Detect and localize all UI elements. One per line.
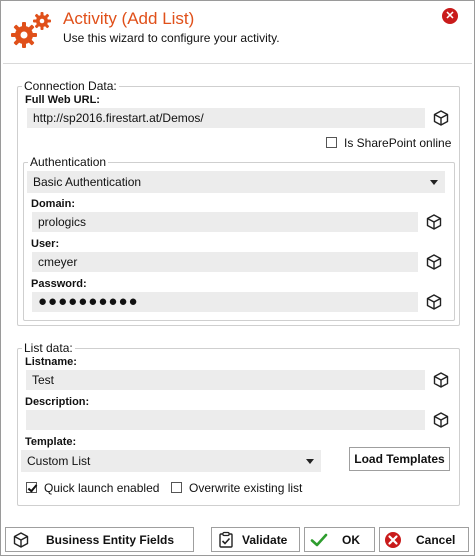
business-entity-fields-label: Business Entity Fields — [46, 533, 175, 547]
chevron-down-icon — [430, 180, 438, 185]
password-label: Password: — [31, 278, 87, 290]
ok-label: OK — [342, 533, 360, 547]
template-value: Custom List — [27, 454, 91, 468]
description-label: Description: — [25, 396, 90, 408]
overwrite-list-checkbox[interactable] — [171, 482, 182, 493]
full-web-url-input[interactable]: http://sp2016.firestart.at/Demos/ — [27, 108, 425, 128]
gears-icon — [11, 12, 51, 48]
description-cube-icon[interactable] — [432, 411, 450, 429]
description-input[interactable] — [26, 410, 425, 430]
load-templates-button[interactable]: Load Templates — [349, 447, 450, 471]
activity-dialog: Activity (Add List) Use this wizard to c… — [0, 0, 475, 556]
url-cube-icon[interactable] — [432, 109, 450, 127]
cube-icon — [12, 531, 30, 549]
dialog-title: Activity (Add List) — [63, 9, 195, 28]
domain-cube-icon[interactable] — [425, 213, 443, 231]
quick-launch-checkbox[interactable] — [26, 482, 37, 493]
template-dropdown[interactable]: Custom List — [21, 450, 321, 472]
password-input[interactable]: ●●●●●●●●●● — [32, 292, 418, 312]
validate-button[interactable]: Validate — [211, 527, 300, 552]
close-icon[interactable]: ✕ — [442, 8, 458, 24]
ok-button[interactable]: OK — [304, 527, 375, 552]
connection-data-legend: Connection Data: — [24, 79, 117, 93]
cancel-button[interactable]: Cancel — [379, 527, 469, 552]
sharepoint-online-label: Is SharePoint online — [344, 136, 452, 150]
password-cube-icon[interactable] — [425, 293, 443, 311]
dialog-subtitle: Use this wizard to configure your activi… — [63, 31, 280, 45]
listname-input[interactable]: Test — [26, 370, 425, 390]
authentication-method-value: Basic Authentication — [33, 175, 142, 189]
validate-label: Validate — [242, 533, 288, 547]
header-divider — [3, 63, 472, 64]
listname-label: Listname: — [25, 356, 77, 368]
quick-launch-label: Quick launch enabled — [44, 481, 160, 495]
template-label: Template: — [25, 436, 77, 448]
domain-label: Domain: — [31, 198, 75, 210]
listname-cube-icon[interactable] — [432, 371, 450, 389]
checkmark-icon — [310, 533, 328, 547]
user-cube-icon[interactable] — [425, 253, 443, 271]
overwrite-list-label: Overwrite existing list — [189, 481, 303, 495]
user-label: User: — [31, 238, 60, 250]
clipboard-check-icon — [219, 531, 233, 548]
full-web-url-label: Full Web URL: — [25, 94, 100, 106]
cancel-icon — [385, 532, 401, 548]
user-input[interactable]: cmeyer — [32, 252, 418, 272]
authentication-legend: Authentication — [30, 155, 107, 169]
chevron-down-icon — [306, 459, 314, 464]
authentication-method-dropdown[interactable]: Basic Authentication — [27, 171, 445, 193]
domain-input[interactable]: prologics — [32, 212, 418, 232]
sharepoint-online-checkbox[interactable] — [326, 137, 337, 148]
list-data-legend: List data: — [24, 341, 73, 355]
dialog-header: Activity (Add List) Use this wizard to c… — [1, 1, 474, 51]
cancel-label: Cancel — [416, 533, 456, 547]
business-entity-fields-button[interactable]: Business Entity Fields — [5, 527, 194, 552]
